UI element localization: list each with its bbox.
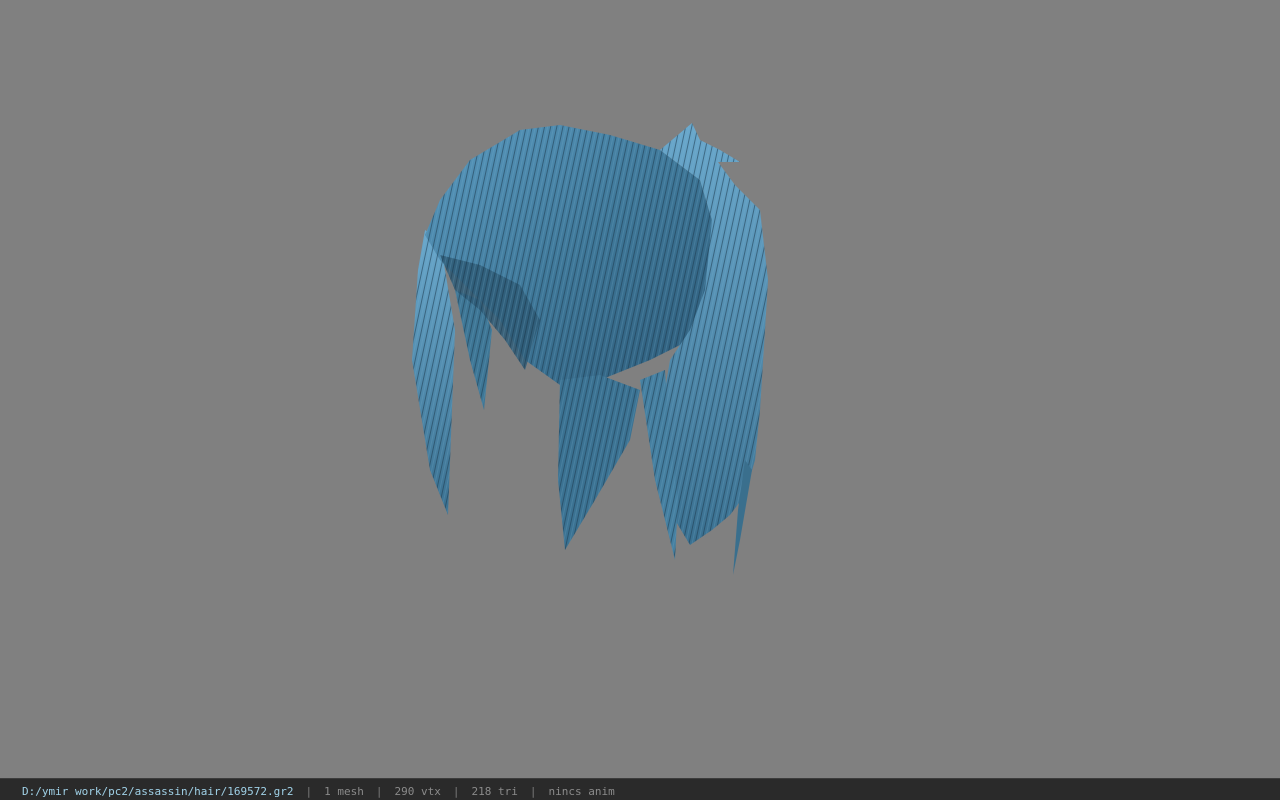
status-bar: D:/ymir work/pc2/assassin/hair/169572.gr…	[0, 778, 1280, 800]
3d-viewport[interactable]	[0, 0, 1280, 778]
separator: |	[452, 785, 460, 798]
triangle-count: 218 tri	[471, 785, 518, 798]
vertex-count: 290 vtx	[394, 785, 441, 798]
separator: |	[529, 785, 537, 798]
file-path: D:/ymir work/pc2/assassin/hair/169572.gr…	[22, 785, 294, 798]
separator: |	[375, 785, 383, 798]
separator: |	[305, 785, 313, 798]
hair-mesh	[412, 123, 768, 575]
anim-status: nincs anim	[548, 785, 615, 798]
mesh-count: 1 mesh	[324, 785, 364, 798]
hair-mesh-model[interactable]	[0, 0, 1280, 778]
